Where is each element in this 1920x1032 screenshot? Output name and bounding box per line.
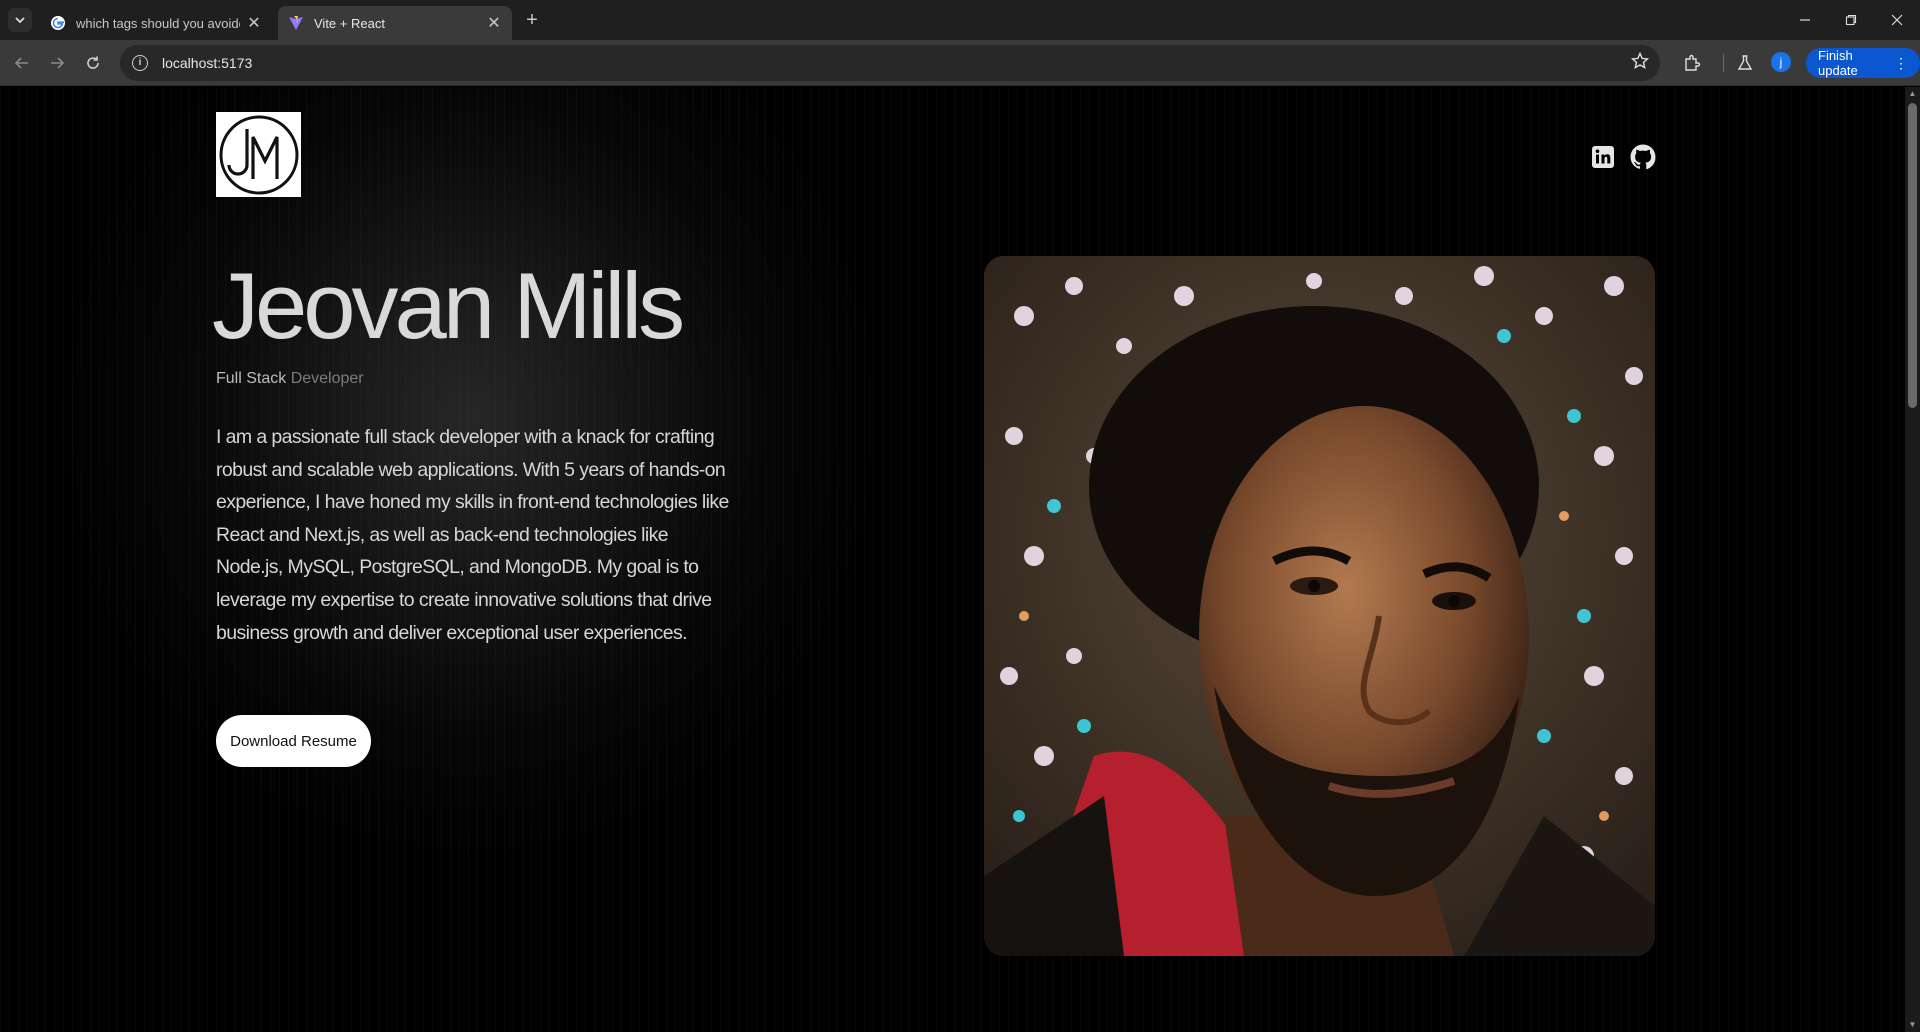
scroll-down-icon[interactable]: ▼: [1905, 1018, 1920, 1032]
reload-icon: [87, 56, 99, 69]
tab-google-search[interactable]: which tags should you avoide i ✕: [40, 6, 272, 40]
github-icon: [1630, 144, 1656, 170]
linkedin-link[interactable]: [1590, 144, 1616, 170]
restore-button[interactable]: [1828, 0, 1874, 40]
hero-bio: I am a passionate full stack developer w…: [216, 426, 729, 644]
bookmark-star-icon[interactable]: [1628, 49, 1652, 73]
address-bar[interactable]: i localhost:5173: [120, 45, 1660, 81]
linkedin-icon: [1592, 146, 1614, 168]
jm-monogram-logo: [219, 115, 298, 194]
close-icon: [1891, 14, 1903, 26]
github-link[interactable]: [1630, 144, 1656, 170]
extensions-icon[interactable]: [1680, 51, 1704, 75]
profile-photo: [984, 256, 1655, 956]
close-window-button[interactable]: [1874, 0, 1920, 40]
arrow-right-icon: [51, 57, 65, 69]
hero-role: Full Stack Developer: [216, 370, 364, 388]
portrait-image: [984, 256, 1655, 956]
role-primary: Full Stack: [216, 370, 287, 387]
page-viewport: Jeovan Mills Full Stack Developer I am a…: [0, 87, 1905, 1032]
forward-button[interactable]: [44, 50, 70, 76]
back-button[interactable]: [9, 50, 35, 76]
arrow-left-icon: [14, 57, 28, 69]
url-text: localhost:5173: [162, 55, 253, 71]
tab-search-button[interactable]: [8, 8, 32, 32]
hero-name: Jeovan Mills: [212, 253, 685, 358]
tab-title: which tags should you avoide i: [76, 15, 240, 31]
page-scrollbar[interactable]: ▲ ▼: [1905, 87, 1920, 1032]
profile-avatar[interactable]: j: [1771, 52, 1791, 72]
browser-toolbar: i localhost:5173 j Finish update ⋮: [0, 40, 1920, 86]
vite-icon: [289, 16, 303, 30]
tab-vite-react[interactable]: Vite + React ✕: [278, 6, 512, 40]
site-info-icon[interactable]: i: [132, 55, 148, 71]
download-resume-button[interactable]: Download Resume: [216, 715, 371, 767]
browser-tab-bar: which tags should you avoide i ✕ Vite + …: [0, 0, 1920, 40]
tab-title: Vite + React: [314, 15, 385, 31]
new-tab-button[interactable]: +: [520, 8, 544, 32]
labs-flask-icon[interactable]: [1733, 51, 1757, 75]
close-tab-icon[interactable]: ✕: [246, 13, 262, 33]
finish-update-button[interactable]: Finish update ⋮: [1806, 48, 1920, 78]
reload-button[interactable]: [80, 50, 106, 76]
more-menu-icon: ⋮: [1894, 55, 1908, 71]
restore-icon: [1845, 14, 1857, 26]
scrollbar-thumb[interactable]: [1908, 103, 1917, 408]
role-secondary: Developer: [290, 370, 364, 387]
site-logo[interactable]: [216, 112, 301, 197]
minimize-button[interactable]: [1782, 0, 1828, 40]
toolbar-divider: [1711, 51, 1735, 75]
scroll-up-icon[interactable]: ▲: [1905, 87, 1920, 101]
close-tab-icon[interactable]: ✕: [486, 13, 502, 33]
finish-update-label: Finish update: [1818, 48, 1858, 78]
minimize-icon: [1800, 19, 1810, 21]
chevron-down-icon: [15, 17, 25, 24]
google-icon: [51, 16, 65, 30]
